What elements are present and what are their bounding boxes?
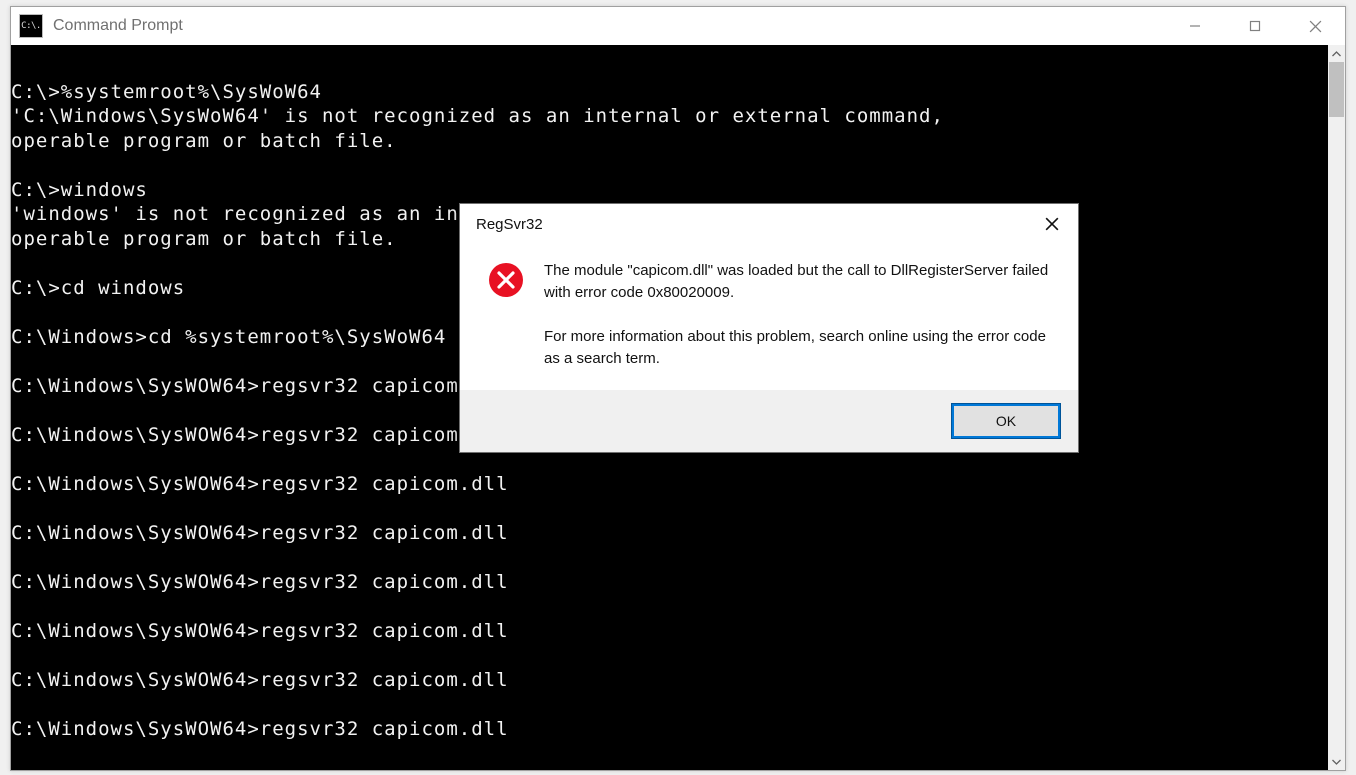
ok-button[interactable]: OK [952,404,1060,438]
regsvr32-dialog: RegSvr32 The module "capicom.dll" was lo… [459,203,1079,453]
minimize-button[interactable] [1165,7,1225,45]
scroll-up-arrow-icon[interactable] [1328,45,1345,62]
window-title: Command Prompt [53,17,183,35]
window-controls [1165,7,1345,45]
scroll-down-arrow-icon[interactable] [1328,753,1345,770]
dialog-text: The module "capicom.dll" was loaded but … [544,260,1058,370]
dialog-message-2: For more information about this problem,… [544,326,1058,370]
error-icon [488,262,524,370]
cmd-icon-text: C:\. [21,21,41,31]
cmd-icon: C:\. [19,14,43,38]
close-button[interactable] [1285,7,1345,45]
scroll-thumb[interactable] [1329,62,1344,117]
titlebar[interactable]: C:\. Command Prompt [11,7,1345,45]
dialog-message-1: The module "capicom.dll" was loaded but … [544,260,1058,304]
dialog-body: The module "capicom.dll" was loaded but … [460,244,1078,390]
dialog-close-button[interactable] [1038,210,1066,238]
dialog-footer: OK [460,390,1078,452]
maximize-button[interactable] [1225,7,1285,45]
scrollbar[interactable] [1328,45,1345,770]
dialog-titlebar[interactable]: RegSvr32 [460,204,1078,244]
dialog-title: RegSvr32 [476,216,543,233]
